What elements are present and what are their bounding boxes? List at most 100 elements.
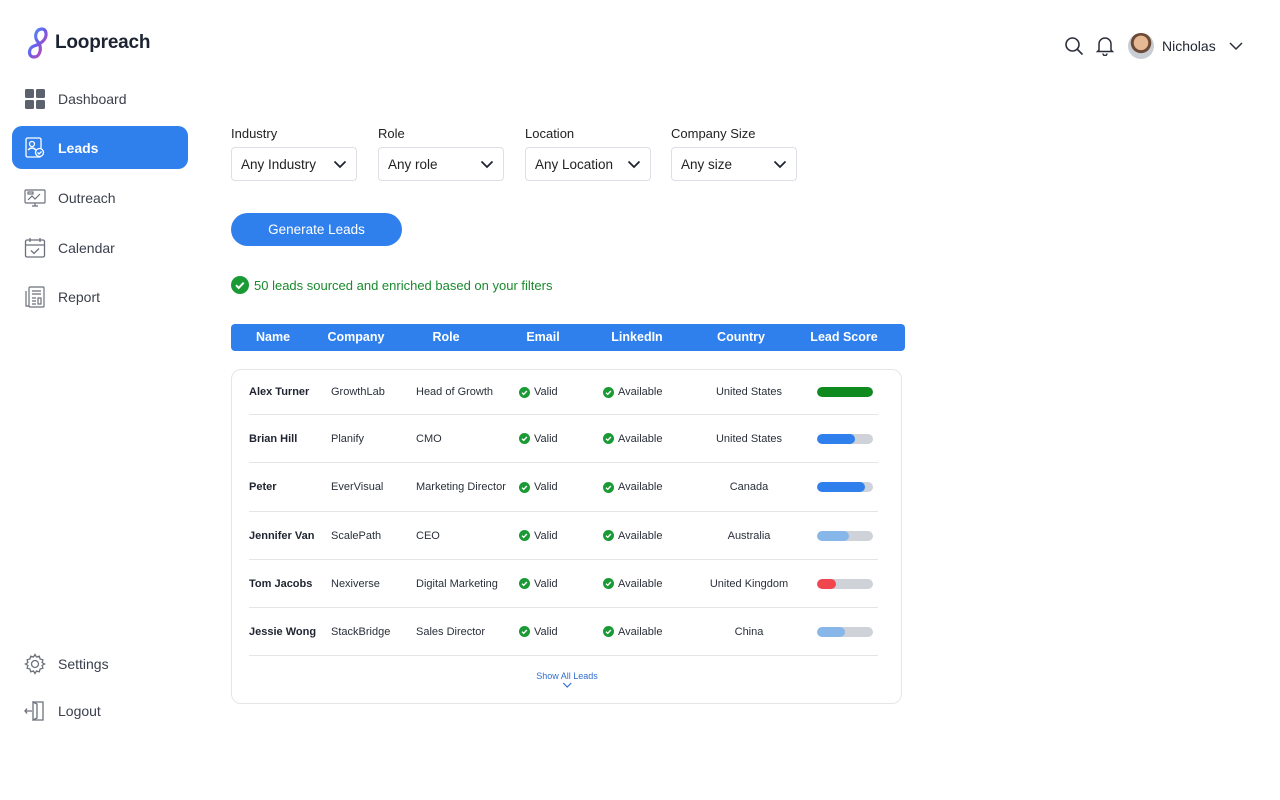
filter-label: Location xyxy=(525,126,575,141)
email-status: Valid xyxy=(519,578,558,590)
lead-name: Brian Hill xyxy=(249,432,298,445)
sidebar-item-label: Logout xyxy=(58,702,101,719)
lead-score-bar xyxy=(817,433,873,444)
table-header: Name Company Role Email LinkedIn Country… xyxy=(231,324,905,351)
lead-role: Marketing Director xyxy=(416,481,506,493)
app-name: Loopreach xyxy=(55,32,151,53)
check-circle-icon xyxy=(519,386,530,398)
status-message: 50 leads sourced and enriched based on y… xyxy=(231,276,552,294)
lead-score-bar xyxy=(817,626,873,637)
email-status: Valid xyxy=(519,386,558,398)
check-circle-icon xyxy=(603,433,614,444)
sidebar-item-logout[interactable]: Logout xyxy=(12,689,188,732)
check-circle-icon xyxy=(231,276,249,294)
sidebar-item-label: Outreach xyxy=(58,189,116,206)
lead-company: Nexiverse xyxy=(331,577,380,590)
column-header-name[interactable]: Name xyxy=(256,330,290,344)
linkedin-status-text: Available xyxy=(618,432,663,445)
sidebar-item-label: Report xyxy=(58,288,101,305)
lead-company: GrowthLab xyxy=(331,386,385,398)
check-circle-icon xyxy=(519,530,530,541)
linkedin-status: Available xyxy=(603,386,662,398)
check-circle-icon xyxy=(519,481,530,493)
column-header-country[interactable]: Country xyxy=(717,330,765,344)
table-row[interactable]: Jessie Wong StackBridge Sales Director Vali… xyxy=(249,608,878,656)
bell-icon[interactable] xyxy=(1095,36,1116,57)
report-icon xyxy=(24,285,46,308)
lead-name: Jessie Wong xyxy=(249,625,317,638)
show-all-label: Show All Leads xyxy=(536,671,598,681)
email-status-text: Valid xyxy=(534,432,558,445)
gear-icon xyxy=(24,652,46,675)
filter-label: Company Size xyxy=(671,126,756,141)
company-size-select[interactable]: Any size xyxy=(671,147,797,181)
lead-country: United States xyxy=(715,386,783,398)
sidebar-item-calendar[interactable]: Calendar xyxy=(12,226,188,269)
check-circle-icon xyxy=(519,626,530,637)
table-row[interactable]: Brian Hill Planify CMO Valid Available United… xyxy=(249,415,878,463)
chevron-down-icon xyxy=(773,160,787,168)
email-status: Valid xyxy=(519,626,558,638)
sidebar-item-leads[interactable]: Leads xyxy=(12,126,188,169)
lead-score-bar xyxy=(817,387,873,397)
industry-select[interactable]: Any Industry xyxy=(231,147,357,181)
lead-country: United Kingdom xyxy=(709,577,789,590)
location-select[interactable]: Any Location xyxy=(525,147,651,181)
sidebar-item-outreach[interactable]: Outreach xyxy=(12,176,188,219)
linkedin-status: Available xyxy=(603,578,662,590)
column-header-lead-score[interactable]: Lead Score xyxy=(810,330,877,344)
lead-company: EverVisual xyxy=(331,481,384,493)
filter-company-size: Company Size Any size xyxy=(671,126,797,181)
table-row[interactable]: Peter EverVisual Marketing Director Valid Av… xyxy=(249,463,878,512)
table-row[interactable]: Jennifer Van ScalePath CEO Valid Available Au… xyxy=(249,512,878,560)
lead-country: China xyxy=(734,625,764,638)
chevron-down-icon xyxy=(333,160,347,168)
chevron-down-icon xyxy=(1229,42,1243,51)
column-header-role[interactable]: Role xyxy=(432,330,459,344)
lead-role: CMO xyxy=(416,432,442,445)
lead-role: Digital Marketing xyxy=(416,577,498,590)
sidebar-item-dashboard[interactable]: Dashboard xyxy=(12,77,188,120)
leads-icon xyxy=(24,136,46,159)
linkedin-status-text: Available xyxy=(618,529,663,542)
leads-table: Alex Turner GrowthLab Head of Growth Valid A… xyxy=(231,369,902,704)
role-select[interactable]: Any role xyxy=(378,147,504,181)
search-icon[interactable] xyxy=(1064,36,1084,56)
user-menu[interactable]: Nicholas xyxy=(1128,33,1244,59)
generate-leads-button[interactable]: Generate Leads xyxy=(231,213,402,246)
sidebar-item-label: Dashboard xyxy=(58,90,127,107)
chevron-down-icon xyxy=(627,160,641,168)
lead-role: CEO xyxy=(416,529,440,542)
column-header-linkedin[interactable]: LinkedIn xyxy=(611,330,662,344)
email-status: Valid xyxy=(519,433,558,445)
column-header-email[interactable]: Email xyxy=(526,330,559,344)
email-status-text: Valid xyxy=(534,625,558,638)
email-status-text: Valid xyxy=(534,529,558,542)
table-row[interactable]: Tom Jacobs Nexiverse Digital Marketing Vali… xyxy=(249,560,878,608)
check-circle-icon xyxy=(519,578,530,589)
select-value: Any role xyxy=(388,156,438,172)
check-circle-icon xyxy=(519,433,530,444)
select-value: Any Location xyxy=(535,156,614,172)
linkedin-status: Available xyxy=(603,433,662,445)
lead-score-fill xyxy=(817,626,845,637)
sidebar-item-settings[interactable]: Settings xyxy=(12,642,188,685)
linkedin-status-text: Available xyxy=(618,625,663,638)
email-status: Valid xyxy=(519,481,558,493)
show-all-leads-button[interactable]: Show All Leads xyxy=(536,671,598,688)
table-row[interactable]: Alex Turner GrowthLab Head of Growth Valid A… xyxy=(249,370,878,415)
lead-name: Jennifer Van xyxy=(249,529,315,542)
check-circle-icon xyxy=(603,481,614,493)
sidebar-item-report[interactable]: Report xyxy=(12,275,188,318)
linkedin-status-text: Available xyxy=(618,386,663,398)
lead-score-bar xyxy=(817,482,873,492)
lead-score-bar xyxy=(817,578,873,589)
lead-score-fill xyxy=(817,482,866,492)
user-name: Nicholas xyxy=(1162,38,1216,54)
linkedin-status: Available xyxy=(603,530,662,542)
check-circle-icon xyxy=(603,578,614,589)
select-value: Any Industry xyxy=(241,156,317,172)
filter-location: Location Any Location xyxy=(525,126,651,181)
column-header-company[interactable]: Company xyxy=(328,330,385,344)
app-logo: Loopreach xyxy=(25,26,151,60)
